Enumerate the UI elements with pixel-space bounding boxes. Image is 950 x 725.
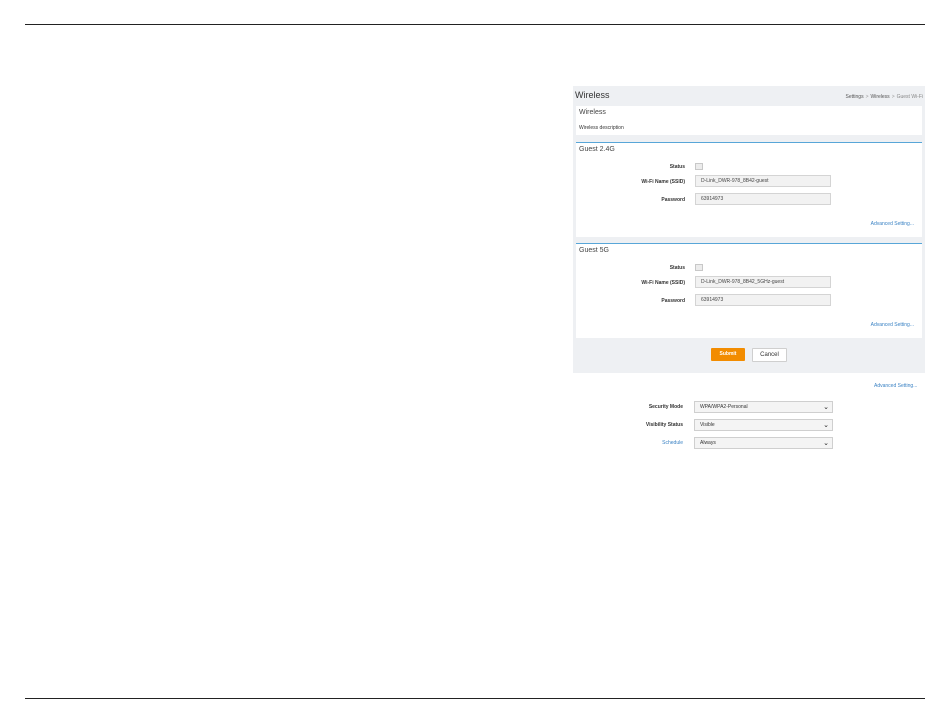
guest-5g-ssid-field[interactable]: D-Link_DWR-978_8B42_5GHz-guest (695, 276, 831, 288)
breadcrumb-guest-wifi: Guest Wi-Fi (896, 94, 923, 100)
breadcrumb-wireless[interactable]: Wireless (871, 94, 890, 100)
guest-24g-status-checkbox[interactable] (695, 163, 703, 170)
guest-5g-password-field[interactable]: 63914973 (695, 294, 831, 306)
guest-24g-status-label: Status (669, 164, 685, 170)
wireless-intro-card: Wireless Wireless description (576, 106, 922, 135)
visibility-status-value: Visible (700, 422, 715, 428)
guest-5g-password-label: Password (661, 298, 685, 304)
schedule-value: Always (700, 440, 716, 446)
chevron-down-icon: ⌄ (823, 404, 829, 411)
guest-24g-title: Guest 2.4G (579, 146, 615, 153)
guest-5g-status-checkbox[interactable] (695, 264, 703, 271)
intro-title: Wireless (579, 109, 606, 116)
submit-button[interactable]: Submit (711, 348, 745, 361)
intro-description: Wireless description (579, 125, 624, 131)
security-mode-select[interactable]: WPA/WPA2-Personal ⌄ (694, 401, 833, 413)
top-divider (25, 24, 925, 25)
cancel-button[interactable]: Cancel (752, 348, 787, 362)
guest-5g-title: Guest 5G (579, 247, 609, 254)
guest-24g-password-label: Password (661, 197, 685, 203)
advanced-setting-link[interactable]: Advanced Setting... (874, 383, 917, 389)
visibility-status-select[interactable]: Visible ⌄ (694, 419, 833, 431)
security-mode-value: WPA/WPA2-Personal (700, 404, 748, 410)
panel-header: Wireless Settings > Wireless > Guest Wi-Fi (573, 86, 925, 106)
wireless-panel: Wireless Settings > Wireless > Guest Wi-Fi W… (573, 86, 925, 373)
visibility-status-label: Visibility Status (645, 422, 683, 428)
breadcrumb-settings[interactable]: Settings (846, 94, 864, 100)
guest-24g-section: Guest 2.4G Status Wi-Fi Name (SSID) D-Li… (576, 142, 922, 237)
guest-5g-advanced-link[interactable]: Advanced Setting... (871, 322, 914, 328)
schedule-link[interactable]: Schedule (573, 440, 683, 446)
chevron-down-icon: ⌄ (823, 440, 829, 447)
guest-5g-status-label: Status (669, 265, 685, 271)
guest-5g-section: Guest 5G Status Wi-Fi Name (SSID) D-Link… (576, 243, 922, 338)
bottom-divider (25, 698, 925, 699)
chevron-down-icon: ⌄ (823, 422, 829, 429)
guest-24g-ssid-field[interactable]: D-Link_DWR-978_8B42-guest (695, 175, 831, 187)
security-mode-label: Security Mode (648, 404, 683, 410)
guest-24g-ssid-label: Wi-Fi Name (SSID) (641, 179, 685, 185)
breadcrumb: Settings > Wireless > Guest Wi-Fi (845, 94, 923, 100)
guest-24g-advanced-link[interactable]: Advanced Setting... (871, 221, 914, 227)
page-title: Wireless (575, 90, 610, 100)
guest-24g-password-field[interactable]: 63914973 (695, 193, 831, 205)
guest-5g-ssid-label: Wi-Fi Name (SSID) (641, 280, 685, 286)
schedule-select[interactable]: Always ⌄ (694, 437, 833, 449)
